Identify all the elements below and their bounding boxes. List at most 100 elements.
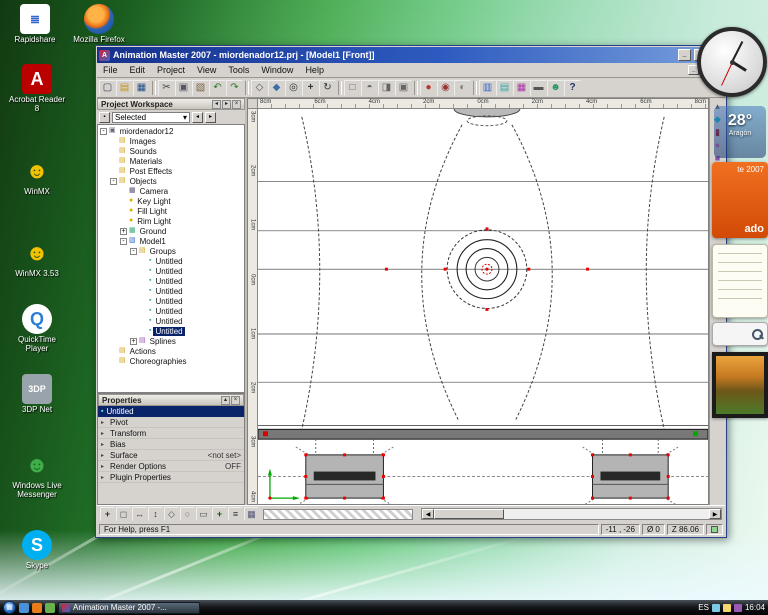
- desktop-icon-rapidshare[interactable]: ≣ Rapidshare: [6, 4, 64, 44]
- properties-selected[interactable]: ▪ Untitled: [98, 406, 244, 417]
- move-view-icon[interactable]: +: [302, 79, 319, 96]
- camera-view-icon[interactable]: ▣: [395, 79, 412, 96]
- community-icon[interactable]: ☻: [547, 79, 564, 96]
- property-row[interactable]: ▸ Bias: [98, 439, 244, 450]
- property-row[interactable]: ▸ Pivot: [98, 417, 244, 428]
- expand-toggle-icon[interactable]: -: [120, 237, 127, 245]
- expand-arrow-icon[interactable]: ▸: [101, 441, 107, 448]
- panel-left-icon[interactable]: ◂: [212, 99, 221, 109]
- property-row[interactable]: ▸ Render Options OFF: [98, 461, 244, 472]
- tree-item[interactable]: ▤ Post Effects: [98, 166, 244, 176]
- menu-item[interactable]: Help: [299, 65, 330, 75]
- desktop-icon-3dp[interactable]: 3DP 3DP Net: [8, 374, 66, 414]
- front-view-icon[interactable]: □: [344, 79, 361, 96]
- menu-item[interactable]: Tools: [222, 65, 255, 75]
- filter-dropdown[interactable]: Selected ▾: [112, 111, 190, 123]
- snap-icon[interactable]: ○: [180, 507, 195, 521]
- property-row[interactable]: ▸ Plugin Properties: [98, 472, 244, 483]
- panel-right-icon[interactable]: ▸: [222, 99, 231, 109]
- expand-toggle-icon[interactable]: -: [100, 127, 107, 135]
- back-icon[interactable]: ◂: [192, 111, 203, 123]
- shaded-icon[interactable]: ◆: [268, 79, 285, 96]
- notes-gadget[interactable]: [712, 244, 768, 318]
- clock-gadget[interactable]: [697, 27, 767, 97]
- calendar-gadget[interactable]: te 2007 ado: [712, 162, 768, 238]
- viewport-canvas[interactable]: [258, 109, 708, 504]
- tool-icon[interactable]: [152, 80, 156, 95]
- tree-item[interactable]: ▦ Camera: [98, 186, 244, 196]
- add-icon[interactable]: +: [212, 507, 227, 521]
- properties-icon[interactable]: ▦: [513, 79, 530, 96]
- panel-close-icon[interactable]: ×: [232, 99, 241, 109]
- top-view-icon[interactable]: ◓: [361, 79, 378, 96]
- desktop-icon-messenger[interactable]: ☻ Windows Live Messenger: [8, 450, 66, 499]
- tree-item[interactable]: ● Fill Light: [98, 206, 244, 216]
- quick-launch-icon[interactable]: [45, 602, 55, 613]
- wireframe-icon[interactable]: ◇: [251, 79, 268, 96]
- expand-arrow-icon[interactable]: ▸: [101, 419, 107, 426]
- tree-item[interactable]: + ▤ Splines: [98, 336, 244, 346]
- tree-item[interactable]: - ▧ Model1: [98, 236, 244, 246]
- property-row[interactable]: ▸ Transform: [98, 428, 244, 439]
- tool-icon[interactable]: [245, 80, 249, 95]
- render-area-icon[interactable]: ◉: [437, 79, 454, 96]
- tree-item[interactable]: ▤ Materials: [98, 156, 244, 166]
- save-icon[interactable]: ▦: [133, 79, 150, 96]
- search-gadget[interactable]: [712, 322, 768, 346]
- tree-item[interactable]: ▪ Untitled: [98, 296, 244, 306]
- tray-icon[interactable]: [711, 603, 720, 612]
- photo-gadget[interactable]: [712, 352, 768, 418]
- turn-view-icon[interactable]: ↻: [319, 79, 336, 96]
- side-view-icon[interactable]: ◨: [378, 79, 395, 96]
- project-workspace-caption[interactable]: Project Workspace ◂ ▸ ×: [97, 98, 245, 110]
- weather-gadget[interactable]: 28° Aragón: [714, 106, 766, 158]
- expand-toggle-icon[interactable]: -: [110, 177, 117, 185]
- tree-item[interactable]: - ▤ Objects: [98, 176, 244, 186]
- taskbar-clock[interactable]: 16:04: [745, 603, 765, 612]
- rotate-icon[interactable]: ◇: [164, 507, 179, 521]
- desktop-icon-winmx[interactable]: ☻ WinMX: [8, 156, 66, 196]
- property-row[interactable]: ▸ Surface <not set>: [98, 450, 244, 461]
- panel-close-icon[interactable]: ×: [231, 395, 240, 405]
- tree-item[interactable]: ▪ Untitled: [98, 276, 244, 286]
- tree-item[interactable]: ▤ Sounds: [98, 146, 244, 156]
- tool-icon[interactable]: [414, 80, 418, 95]
- tree-item[interactable]: ▪ Untitled: [98, 306, 244, 316]
- library-icon[interactable]: ▥: [479, 79, 496, 96]
- tree-item[interactable]: ▤ Actions: [98, 346, 244, 356]
- menu-item[interactable]: Project: [151, 65, 191, 75]
- undo-icon[interactable]: ↶: [209, 79, 226, 96]
- translate-icon[interactable]: +: [100, 507, 115, 521]
- scroll-left-icon[interactable]: ◀: [422, 509, 434, 519]
- scale-h-icon[interactable]: ↔: [132, 507, 147, 521]
- expand-toggle-icon[interactable]: -: [130, 247, 137, 255]
- render-icon[interactable]: ●: [420, 79, 437, 96]
- scroll-right-icon[interactable]: ▶: [709, 509, 721, 519]
- expand-arrow-icon[interactable]: ▸: [101, 430, 107, 437]
- minimize-icon[interactable]: _: [678, 49, 691, 61]
- menu-icon[interactable]: ≡: [228, 507, 243, 521]
- progressive-render-icon[interactable]: ◐: [454, 79, 471, 96]
- scale-v-icon[interactable]: ↕: [148, 507, 163, 521]
- desktop-icon-winmx2[interactable]: ☻ WinMX 3.53: [8, 238, 66, 278]
- window-titlebar[interactable]: A Animation Master 2007 - miordenador12.…: [97, 47, 725, 63]
- expand-toggle-icon[interactable]: +: [130, 337, 137, 345]
- menu-item[interactable]: View: [191, 65, 222, 75]
- tree-item[interactable]: ▪ Untitled: [98, 266, 244, 276]
- zoom-icon[interactable]: ◎: [285, 79, 302, 96]
- paste-icon[interactable]: ▧: [192, 79, 209, 96]
- timeline-icon[interactable]: ▬: [530, 79, 547, 96]
- tree-item[interactable]: ▤ Choreographies: [98, 356, 244, 366]
- taskbar-window-button[interactable]: Animation Master 2007 -...: [58, 601, 200, 614]
- manipulator-icon[interactable]: ◻: [116, 507, 131, 521]
- tree-item[interactable]: ▪ Untitled: [98, 286, 244, 296]
- menu-item[interactable]: Window: [255, 65, 299, 75]
- tree-item[interactable]: - ▣ miordenador12: [98, 126, 244, 136]
- tree-item[interactable]: ▤ Images: [98, 136, 244, 146]
- pin-icon[interactable]: ▪: [99, 111, 110, 123]
- forward-icon[interactable]: ▸: [205, 111, 216, 123]
- bound-icon[interactable]: ▭: [196, 507, 211, 521]
- copy-icon[interactable]: ▣: [175, 79, 192, 96]
- cut-icon[interactable]: ✂: [158, 79, 175, 96]
- tool-icon[interactable]: [338, 80, 342, 95]
